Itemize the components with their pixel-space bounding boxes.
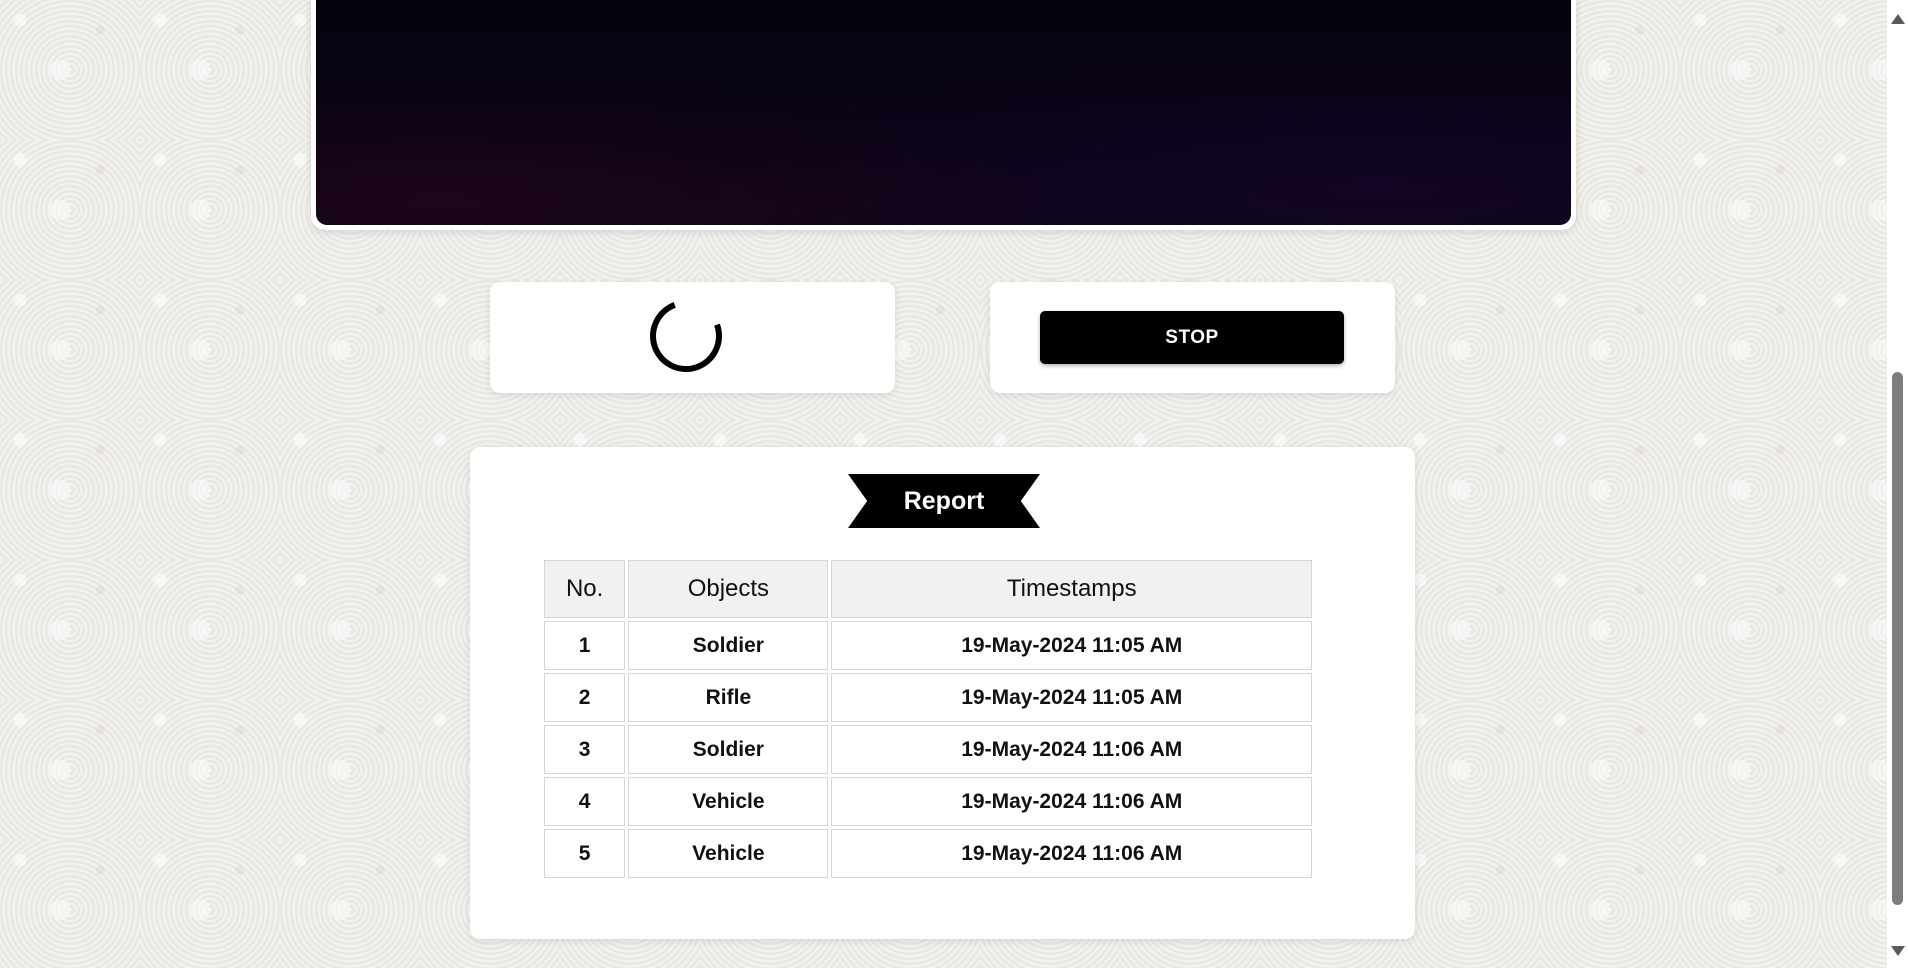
status-card (490, 282, 895, 393)
report-card: Report No. Objects Timestamps 1 Soldier … (470, 447, 1415, 939)
cell-no: 1 (544, 621, 626, 670)
cell-timestamp: 19-May-2024 11:05 AM (831, 673, 1312, 722)
cell-timestamp: 19-May-2024 11:06 AM (831, 725, 1312, 774)
scroll-down-arrow-icon[interactable] (1891, 946, 1905, 956)
scrollbar-thumb[interactable] (1892, 372, 1903, 905)
table-header-row: No. Objects Timestamps (544, 560, 1312, 618)
column-header-timestamps: Timestamps (831, 560, 1312, 618)
cell-object: Vehicle (628, 829, 829, 878)
column-header-objects: Objects (628, 560, 829, 618)
cell-object: Vehicle (628, 777, 829, 826)
cell-no: 5 (544, 829, 626, 878)
table-row: 2 Rifle 19-May-2024 11:05 AM (544, 673, 1312, 722)
table-row: 4 Vehicle 19-May-2024 11:06 AM (544, 777, 1312, 826)
cell-object: Soldier (628, 725, 829, 774)
table-row: 1 Soldier 19-May-2024 11:05 AM (544, 621, 1312, 670)
cell-timestamp: 19-May-2024 11:05 AM (831, 621, 1312, 670)
page-scrollbar[interactable] (1887, 0, 1908, 968)
video-feed-panel (311, 0, 1576, 230)
cell-no: 3 (544, 725, 626, 774)
report-table: No. Objects Timestamps 1 Soldier 19-May-… (541, 557, 1315, 881)
scroll-up-arrow-icon[interactable] (1891, 14, 1905, 24)
loading-spinner-icon (638, 288, 734, 384)
video-feed-screen (316, 0, 1571, 225)
column-header-no: No. (544, 560, 626, 618)
cell-no: 2 (544, 673, 626, 722)
table-row: 3 Soldier 19-May-2024 11:06 AM (544, 725, 1312, 774)
stop-button[interactable]: STOP (1040, 311, 1344, 364)
cell-object: Soldier (628, 621, 829, 670)
cell-no: 4 (544, 777, 626, 826)
cell-object: Rifle (628, 673, 829, 722)
report-title-ribbon: Report (848, 474, 1040, 528)
cell-timestamp: 19-May-2024 11:06 AM (831, 829, 1312, 878)
stop-card: STOP (990, 282, 1395, 393)
table-row: 5 Vehicle 19-May-2024 11:06 AM (544, 829, 1312, 878)
cell-timestamp: 19-May-2024 11:06 AM (831, 777, 1312, 826)
